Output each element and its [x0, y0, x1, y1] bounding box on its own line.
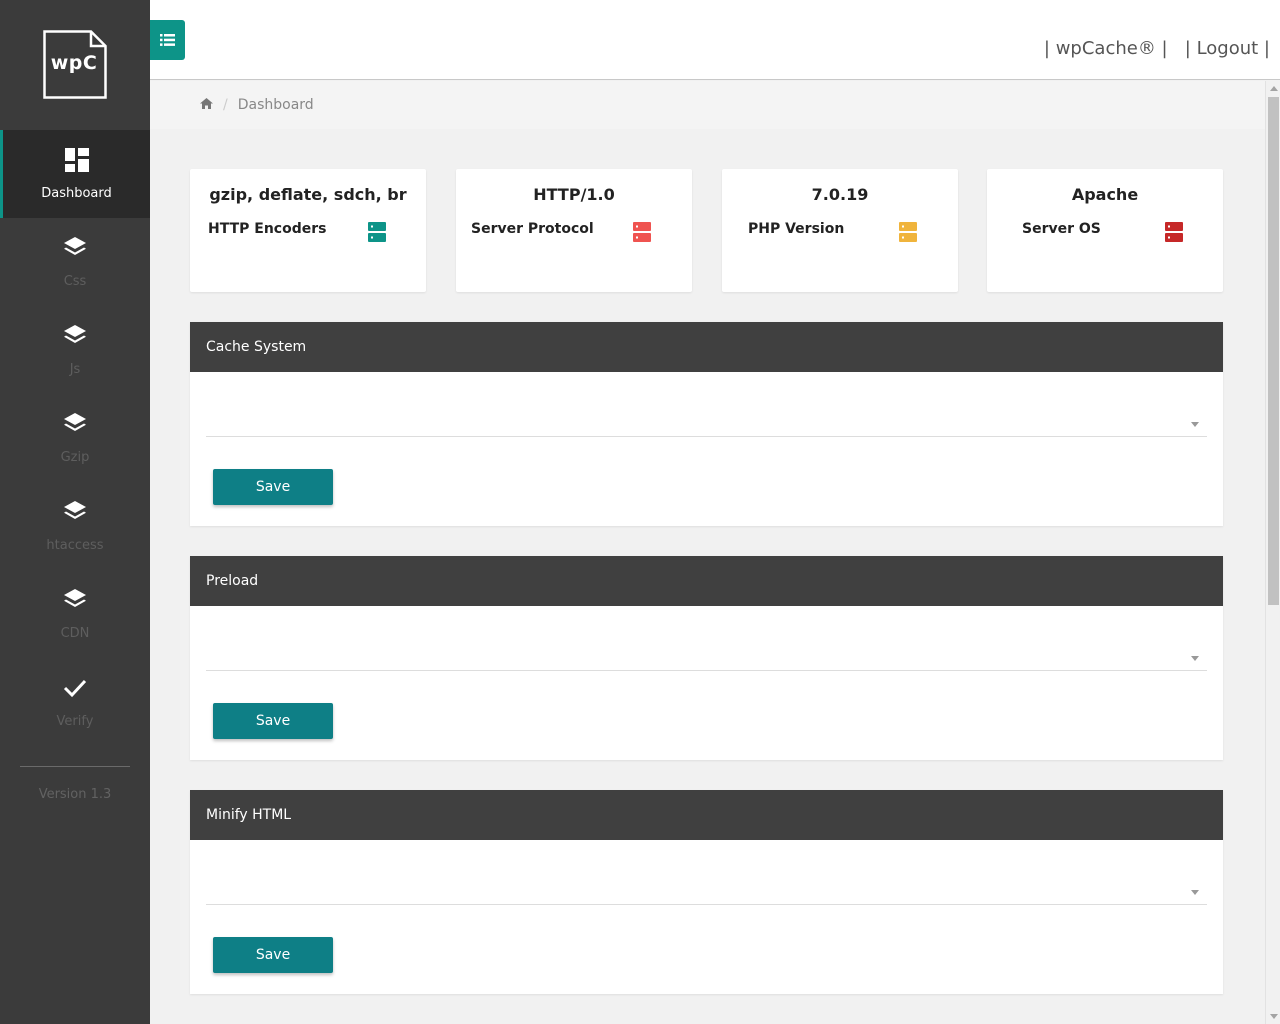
sidebar-item-label: CDN — [60, 626, 90, 641]
check-icon — [0, 676, 150, 702]
panel-title: Minify HTML — [190, 790, 1223, 840]
panel-minify-html: Minify HTML Save — [190, 790, 1223, 994]
scroll-down-arrow[interactable] — [1270, 1014, 1278, 1019]
layers-icon — [0, 324, 150, 350]
scroll-up-arrow[interactable] — [1270, 86, 1278, 91]
sidebar-item-cdn[interactable]: CDN — [0, 570, 150, 658]
sidebar-item-css[interactable]: Css — [0, 218, 150, 306]
menu-toggle-button[interactable] — [150, 20, 185, 60]
logo-text: wpC — [50, 52, 98, 74]
sidebar-item-verify[interactable]: Verify — [0, 658, 150, 746]
sidebar-item-label: htaccess — [46, 538, 104, 553]
stat-card-php-version: 7.0.19 PHP Version — [722, 169, 958, 292]
stat-card-server-protocol: HTTP/1.0 Server Protocol — [456, 169, 692, 292]
header-links: | wpCache® | | Logout | — [1044, 38, 1270, 59]
save-button[interactable]: Save — [213, 937, 333, 973]
brand-link[interactable]: | wpCache® | — [1044, 38, 1168, 59]
server-icon — [899, 222, 917, 242]
stat-value: Apache — [1071, 185, 1139, 204]
sidebar-nav: Dashboard Css Js Gzip htaccess CDN Verif… — [0, 130, 150, 746]
logo[interactable]: wpC — [43, 30, 107, 99]
sidebar-item-htaccess[interactable]: htaccess — [0, 482, 150, 570]
sidebar-item-label: Js — [69, 362, 81, 377]
breadcrumb: / Dashboard — [150, 81, 1265, 129]
sidebar-item-dashboard[interactable]: Dashboard — [0, 130, 150, 218]
panel-body: Save — [190, 840, 1223, 994]
panel-title: Cache System — [190, 322, 1223, 372]
breadcrumb-current: Dashboard — [237, 97, 314, 113]
panel-body: Save — [190, 372, 1223, 526]
dashboard-icon — [3, 148, 150, 174]
sidebar-item-gzip[interactable]: Gzip — [0, 394, 150, 482]
save-button[interactable]: Save — [213, 469, 333, 505]
stat-label: HTTP Encoders — [208, 221, 327, 237]
stat-value: gzip, deflate, sdch, br — [209, 185, 407, 204]
scrollbar[interactable] — [1265, 81, 1280, 1024]
panel-cache-system: Cache System Save — [190, 322, 1223, 526]
layers-icon — [0, 412, 150, 438]
layers-icon — [0, 500, 150, 526]
header-spacer — [1168, 38, 1185, 59]
stat-label: Server OS — [1022, 221, 1101, 237]
cache-system-select[interactable] — [206, 398, 1207, 437]
stat-card-http-encoders: gzip, deflate, sdch, br HTTP Encoders — [190, 169, 426, 292]
panel-body: Save — [190, 606, 1223, 760]
caret-down-icon — [1191, 422, 1199, 427]
stat-label: Server Protocol — [471, 221, 594, 237]
stat-value: 7.0.19 — [811, 185, 869, 204]
server-icon — [368, 222, 386, 242]
sidebar-item-label: Gzip — [60, 450, 90, 465]
sidebar-item-label: Css — [63, 274, 87, 289]
logout-link[interactable]: | Logout | — [1185, 38, 1270, 59]
sidebar-item-label: Verify — [56, 714, 94, 729]
panel-title: Preload — [190, 556, 1223, 606]
stat-card-server-os: Apache Server OS — [987, 169, 1223, 292]
layers-icon — [0, 236, 150, 262]
scroll-thumb[interactable] — [1268, 97, 1279, 605]
minify-html-select[interactable] — [206, 866, 1207, 905]
stat-label: PHP Version — [748, 221, 845, 237]
stat-value: HTTP/1.0 — [533, 185, 615, 204]
main-content: gzip, deflate, sdch, br HTTP Encoders HT… — [150, 129, 1265, 1024]
sidebar: wpC Dashboard Css Js Gzip htaccess CDN V… — [0, 0, 150, 1024]
server-icon — [1165, 222, 1183, 242]
sidebar-item-label: Dashboard — [41, 186, 112, 201]
caret-down-icon — [1191, 890, 1199, 895]
top-bar: | wpCache® | | Logout | — [150, 0, 1280, 80]
preload-select[interactable] — [206, 632, 1207, 671]
version-label: Version 1.3 — [38, 787, 112, 802]
sidebar-divider — [20, 766, 130, 767]
list-icon — [160, 34, 175, 46]
server-icon — [633, 222, 651, 242]
panel-preload: Preload Save — [190, 556, 1223, 760]
sidebar-item-js[interactable]: Js — [0, 306, 150, 394]
save-button[interactable]: Save — [213, 703, 333, 739]
layers-icon — [0, 588, 150, 614]
caret-down-icon — [1191, 656, 1199, 661]
breadcrumb-separator: / — [223, 97, 228, 113]
home-icon[interactable] — [200, 97, 213, 113]
